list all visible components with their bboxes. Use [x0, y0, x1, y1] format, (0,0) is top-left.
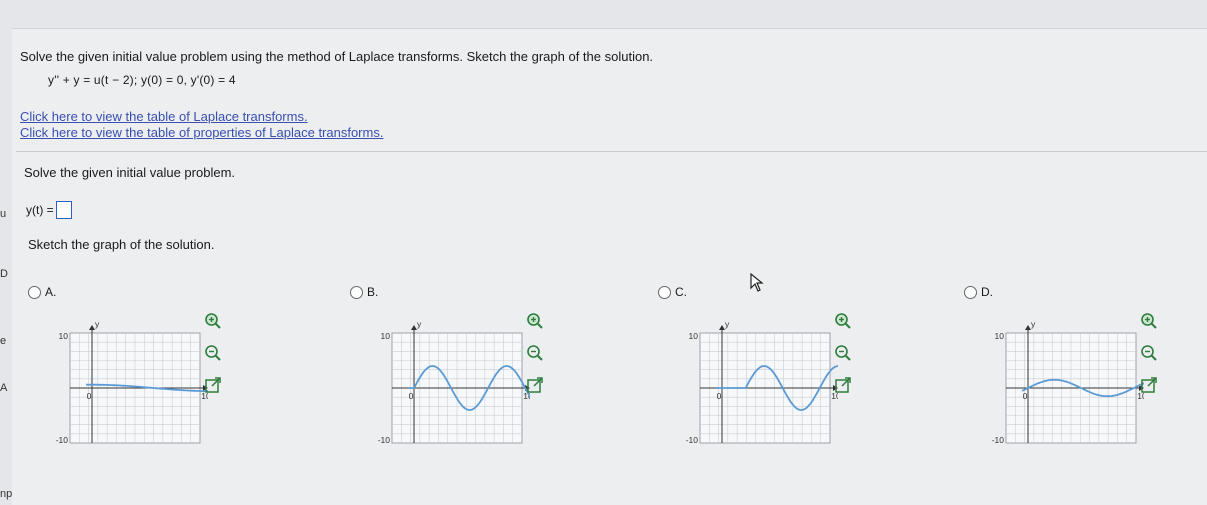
y-axis-label: y	[417, 319, 422, 329]
origin-label: 0	[717, 391, 722, 401]
radio-circle-icon	[28, 285, 41, 299]
open-external-icon[interactable]	[203, 375, 223, 395]
option-radio[interactable]: A.	[28, 285, 56, 299]
y-axis-label: y	[1031, 319, 1036, 329]
zoom-in-icon[interactable]	[525, 311, 545, 331]
option-label: D.	[981, 285, 993, 299]
graph-tools	[525, 311, 545, 395]
y-max-label: 10	[995, 331, 1005, 341]
option-radio[interactable]: C.	[658, 285, 687, 299]
origin-label: 0	[1023, 391, 1028, 401]
y-min-label: -10	[56, 435, 69, 445]
radio-circle-icon	[658, 285, 671, 299]
mouse-cursor-icon	[750, 273, 764, 292]
laplace-table-link[interactable]: Click here to view the table of Laplace …	[20, 109, 308, 124]
question-panel: Solve the given initial value problem us…	[12, 28, 1207, 505]
option-a: A.y10-1010t0	[28, 279, 228, 445]
zoom-out-icon[interactable]	[1139, 343, 1159, 363]
solution-graph[interactable]: y10-1010t0	[360, 303, 530, 453]
graph-tools	[203, 311, 223, 395]
zoom-out-icon[interactable]	[525, 343, 545, 363]
y-axis-label: y	[95, 319, 100, 329]
solution-graph[interactable]: y10-1010t0	[38, 303, 208, 453]
option-c: C.y10-1010t0	[658, 279, 858, 445]
answer-input[interactable]	[55, 201, 72, 219]
y-min-label: -10	[686, 435, 699, 445]
y-max-label: 10	[59, 331, 69, 341]
laplace-properties-link[interactable]: Click here to view the table of properti…	[20, 125, 383, 140]
solution-graph[interactable]: y10-1010t0	[668, 303, 838, 453]
option-b: B.y10-1010t0	[350, 279, 550, 445]
option-label: A.	[45, 285, 57, 299]
option-label: C.	[675, 285, 687, 299]
y-min-label: -10	[378, 435, 391, 445]
zoom-out-icon[interactable]	[833, 343, 853, 363]
origin-label: 0	[409, 391, 414, 401]
option-radio[interactable]: D.	[964, 285, 993, 299]
question-equation: y'' + y = u(t − 2); y(0) = 0, y'(0) = 4	[48, 73, 236, 87]
open-external-icon[interactable]	[525, 375, 545, 395]
option-label: B.	[367, 285, 379, 299]
origin-label: 0	[87, 391, 92, 401]
radio-circle-icon	[964, 285, 977, 299]
zoom-out-icon[interactable]	[203, 343, 223, 363]
question-prompt: Solve the given initial value problem us…	[20, 49, 654, 64]
zoom-in-icon[interactable]	[203, 311, 223, 331]
option-d: D.y10-1010t0	[964, 279, 1164, 445]
y-axis-label: y	[725, 319, 730, 329]
radio-circle-icon	[350, 285, 363, 299]
answer-label: y(t) =	[26, 203, 54, 217]
zoom-in-icon[interactable]	[1139, 311, 1159, 331]
part1-instruction: Solve the given initial value problem.	[24, 165, 236, 180]
y-min-label: -10	[992, 435, 1005, 445]
zoom-in-icon[interactable]	[833, 311, 853, 331]
y-max-label: 10	[381, 331, 391, 341]
graph-tools	[833, 311, 853, 395]
option-radio[interactable]: B.	[350, 285, 378, 299]
open-external-icon[interactable]	[833, 375, 853, 395]
solution-graph[interactable]: y10-1010t0	[974, 303, 1144, 453]
y-max-label: 10	[689, 331, 699, 341]
divider	[16, 151, 1207, 152]
graph-tools	[1139, 311, 1159, 395]
part2-instruction: Sketch the graph of the solution.	[28, 237, 215, 252]
answer-row: y(t) =	[26, 201, 72, 219]
open-external-icon[interactable]	[1139, 375, 1159, 395]
